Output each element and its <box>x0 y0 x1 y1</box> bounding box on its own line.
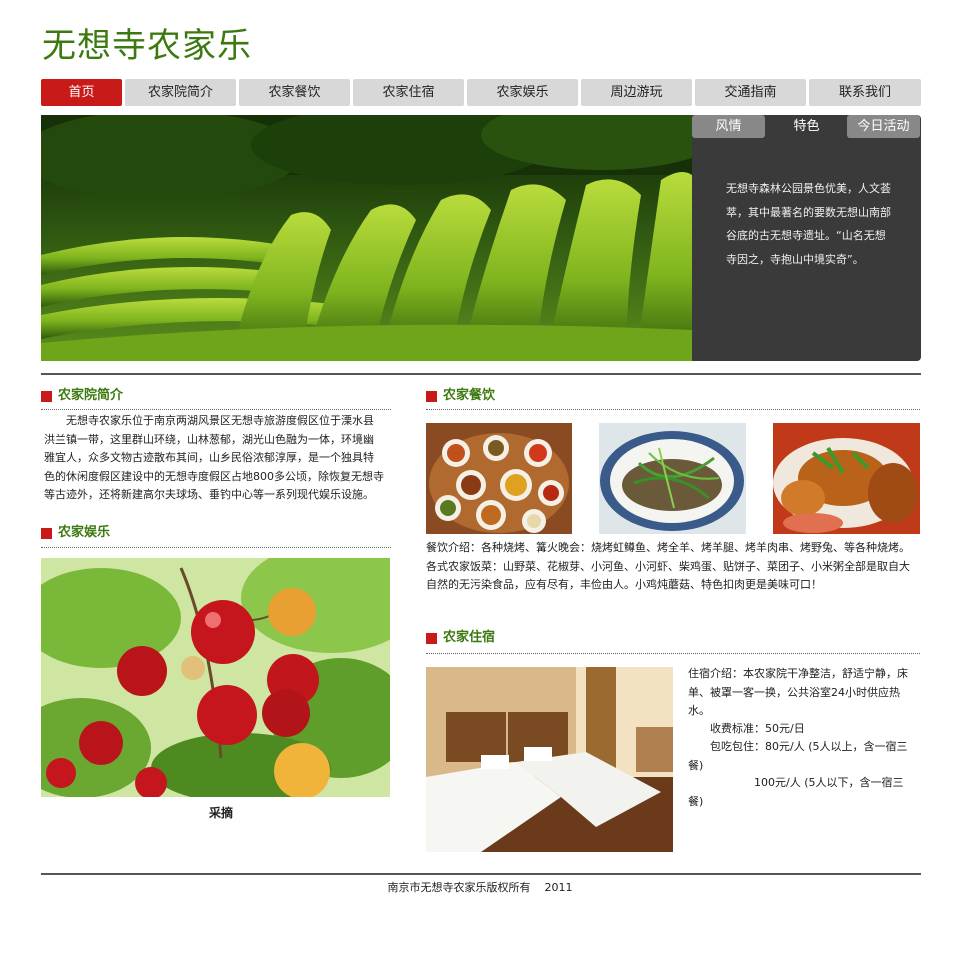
feature-panel: 风情 特色 今日活动 无想寺森林公园景色优美，人文荟萃，其中最著名的要数无想山南… <box>692 115 921 361</box>
nav-intro[interactable]: 农家院简介 <box>125 79 236 106</box>
top-divider <box>41 373 921 375</box>
hero-tea-plantation-image <box>41 115 692 361</box>
lodging-room-image <box>426 667 673 852</box>
nav-dining[interactable]: 农家餐饮 <box>239 79 350 106</box>
lodging-heading: 农家住宿 <box>426 629 743 647</box>
tab-style[interactable]: 风情 <box>692 115 765 138</box>
footer-copyright: 南京市无想寺农家乐版权所有 2011 <box>387 881 573 894</box>
lodging-board-small-group: 100元/人 (5人以下，含一宿三餐) <box>688 776 904 808</box>
dining-image-roast <box>773 423 920 534</box>
tab-today-activity[interactable]: 今日活动 <box>847 115 920 138</box>
feature-text: 无想寺森林公园景色优美，人文荟萃，其中最著名的要数无想山南部谷底的古无想寺遗址。… <box>726 182 891 266</box>
entertainment-heading: 农家娱乐 <box>41 524 358 542</box>
nav-contact[interactable]: 联系我们 <box>809 79 921 106</box>
cherry-picking-image <box>41 558 390 797</box>
nav-nearby[interactable]: 周边游玩 <box>581 79 692 106</box>
entertainment-divider <box>41 547 391 548</box>
intro-heading: 农家院简介 <box>41 387 358 405</box>
dining-text: 餐饮介绍：各种烧烤、篝火晚会：烧烤虹鳟鱼、烤全羊、烤羊腿、烤羊肉串、烤野兔、等各… <box>426 541 910 591</box>
nav-transport[interactable]: 交通指南 <box>695 79 806 106</box>
lodging-fee-text: 收费标准：50元/日 <box>710 722 805 735</box>
dining-image-fish <box>599 423 746 534</box>
lodging-board-large-group: 包吃包住：80元/人 (5人以上，含一宿三餐) <box>688 740 908 772</box>
lodging-divider <box>426 653 920 654</box>
dining-heading: 农家餐饮 <box>426 387 743 405</box>
dining-image-feast <box>426 423 572 534</box>
nav-home[interactable]: 首页 <box>41 79 122 106</box>
site-title: 无想寺农家乐 <box>42 26 252 66</box>
intro-text: 无想寺农家乐位于南京两湖风景区无想寺旅游度假区位于溧水县洪兰镇一带，这里群山环绕… <box>44 414 384 501</box>
dining-divider <box>426 409 920 410</box>
intro-divider <box>41 409 391 410</box>
lodging-intro-text: 住宿介绍：本农家院干净整洁，舒适宁静，床单、被罩一客一换，公共浴室24小时供应热… <box>688 667 908 717</box>
nav-entertainment[interactable]: 农家娱乐 <box>467 79 578 106</box>
footer-divider <box>41 873 921 875</box>
nav-lodging[interactable]: 农家住宿 <box>353 79 464 106</box>
tab-specialty[interactable]: 特色 <box>771 115 842 138</box>
main-nav: 首页 农家院简介 农家餐饮 农家住宿 农家娱乐 周边游玩 交通指南 联系我们 <box>41 79 921 107</box>
cherry-picking-caption: 采摘 <box>208 806 233 820</box>
